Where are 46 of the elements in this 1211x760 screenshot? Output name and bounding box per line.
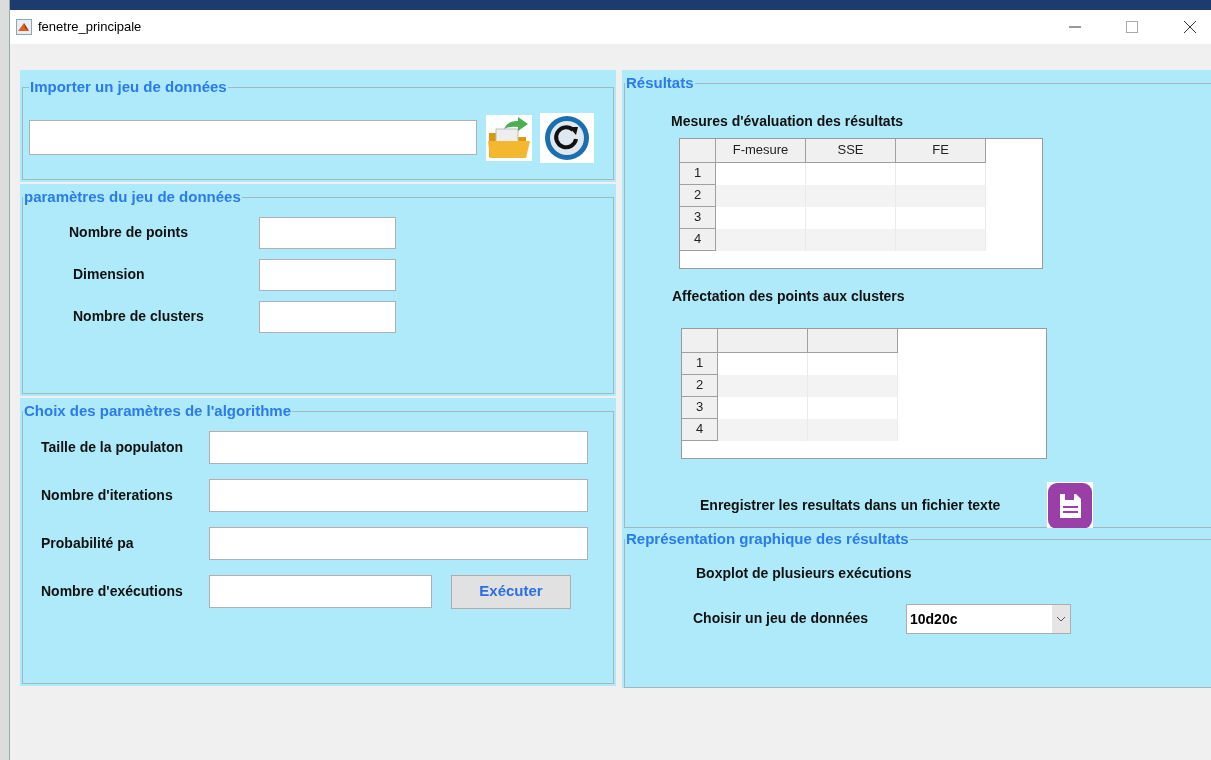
close-icon[interactable] [1183, 20, 1197, 34]
folder-icon[interactable] [486, 114, 532, 161]
table-title: Affectation des points aux clusters [672, 286, 906, 306]
maximize-icon[interactable] [1126, 21, 1138, 33]
panel-title: Importer un jeu de données [29, 77, 228, 97]
panel-title: paramètres du jeu de données [23, 187, 242, 207]
row-header: 4 [682, 418, 718, 441]
field-label: Probabilité pa [41, 533, 135, 553]
text-field[interactable] [209, 430, 588, 464]
field-label: Nombre d'exécutions [41, 581, 184, 601]
dataset-dropdown[interactable]: 10d20c [906, 603, 1071, 634]
field-label: Nombre de clusters [73, 307, 205, 326]
field-label: Nombre de points [69, 223, 189, 242]
table-title: Mesures d'évaluation des résultats [671, 111, 905, 131]
field-label: Nombre d'iterations [41, 485, 174, 505]
row-header: 1 [680, 162, 716, 185]
row-header: 3 [682, 396, 718, 419]
panel-title: Représentation graphique des résultats [625, 529, 910, 549]
save-label: Enregistrer les resultats dans un fichier texte [700, 496, 1002, 515]
row-header: 1 [682, 352, 718, 375]
text-field[interactable] [259, 216, 396, 249]
row-header: 2 [682, 374, 718, 397]
file-path-field[interactable] [29, 120, 477, 155]
text-field[interactable] [209, 478, 588, 512]
row-header: 4 [680, 228, 716, 251]
row-header: 3 [680, 206, 716, 229]
text-field[interactable] [209, 526, 588, 560]
text-field[interactable] [259, 258, 396, 291]
execute-button[interactable]: Exécuter [451, 574, 571, 609]
panel-title: Choix des paramètres de l'algorithme [23, 401, 292, 421]
row-header: 2 [680, 184, 716, 207]
panel-title: Résultats [625, 73, 695, 93]
section-subtitle: Boxplot de plusieurs exécutions [696, 563, 913, 583]
window-title: fenetre_principale [38, 18, 142, 37]
save-icon[interactable] [1047, 481, 1093, 530]
text-field[interactable] [259, 300, 396, 333]
chevron-down-icon [1056, 615, 1066, 622]
field-label: Dimension [73, 265, 146, 284]
field-label: Taille de la populaton [41, 437, 185, 457]
column-header: FE [896, 138, 986, 163]
text-field[interactable] [209, 575, 432, 608]
refresh-icon[interactable] [540, 112, 594, 163]
column-header: SSE [806, 138, 896, 163]
app-icon [16, 19, 32, 35]
select-label: Choisir un jeu de données [693, 609, 870, 628]
column-header: F-mesure [716, 138, 806, 163]
